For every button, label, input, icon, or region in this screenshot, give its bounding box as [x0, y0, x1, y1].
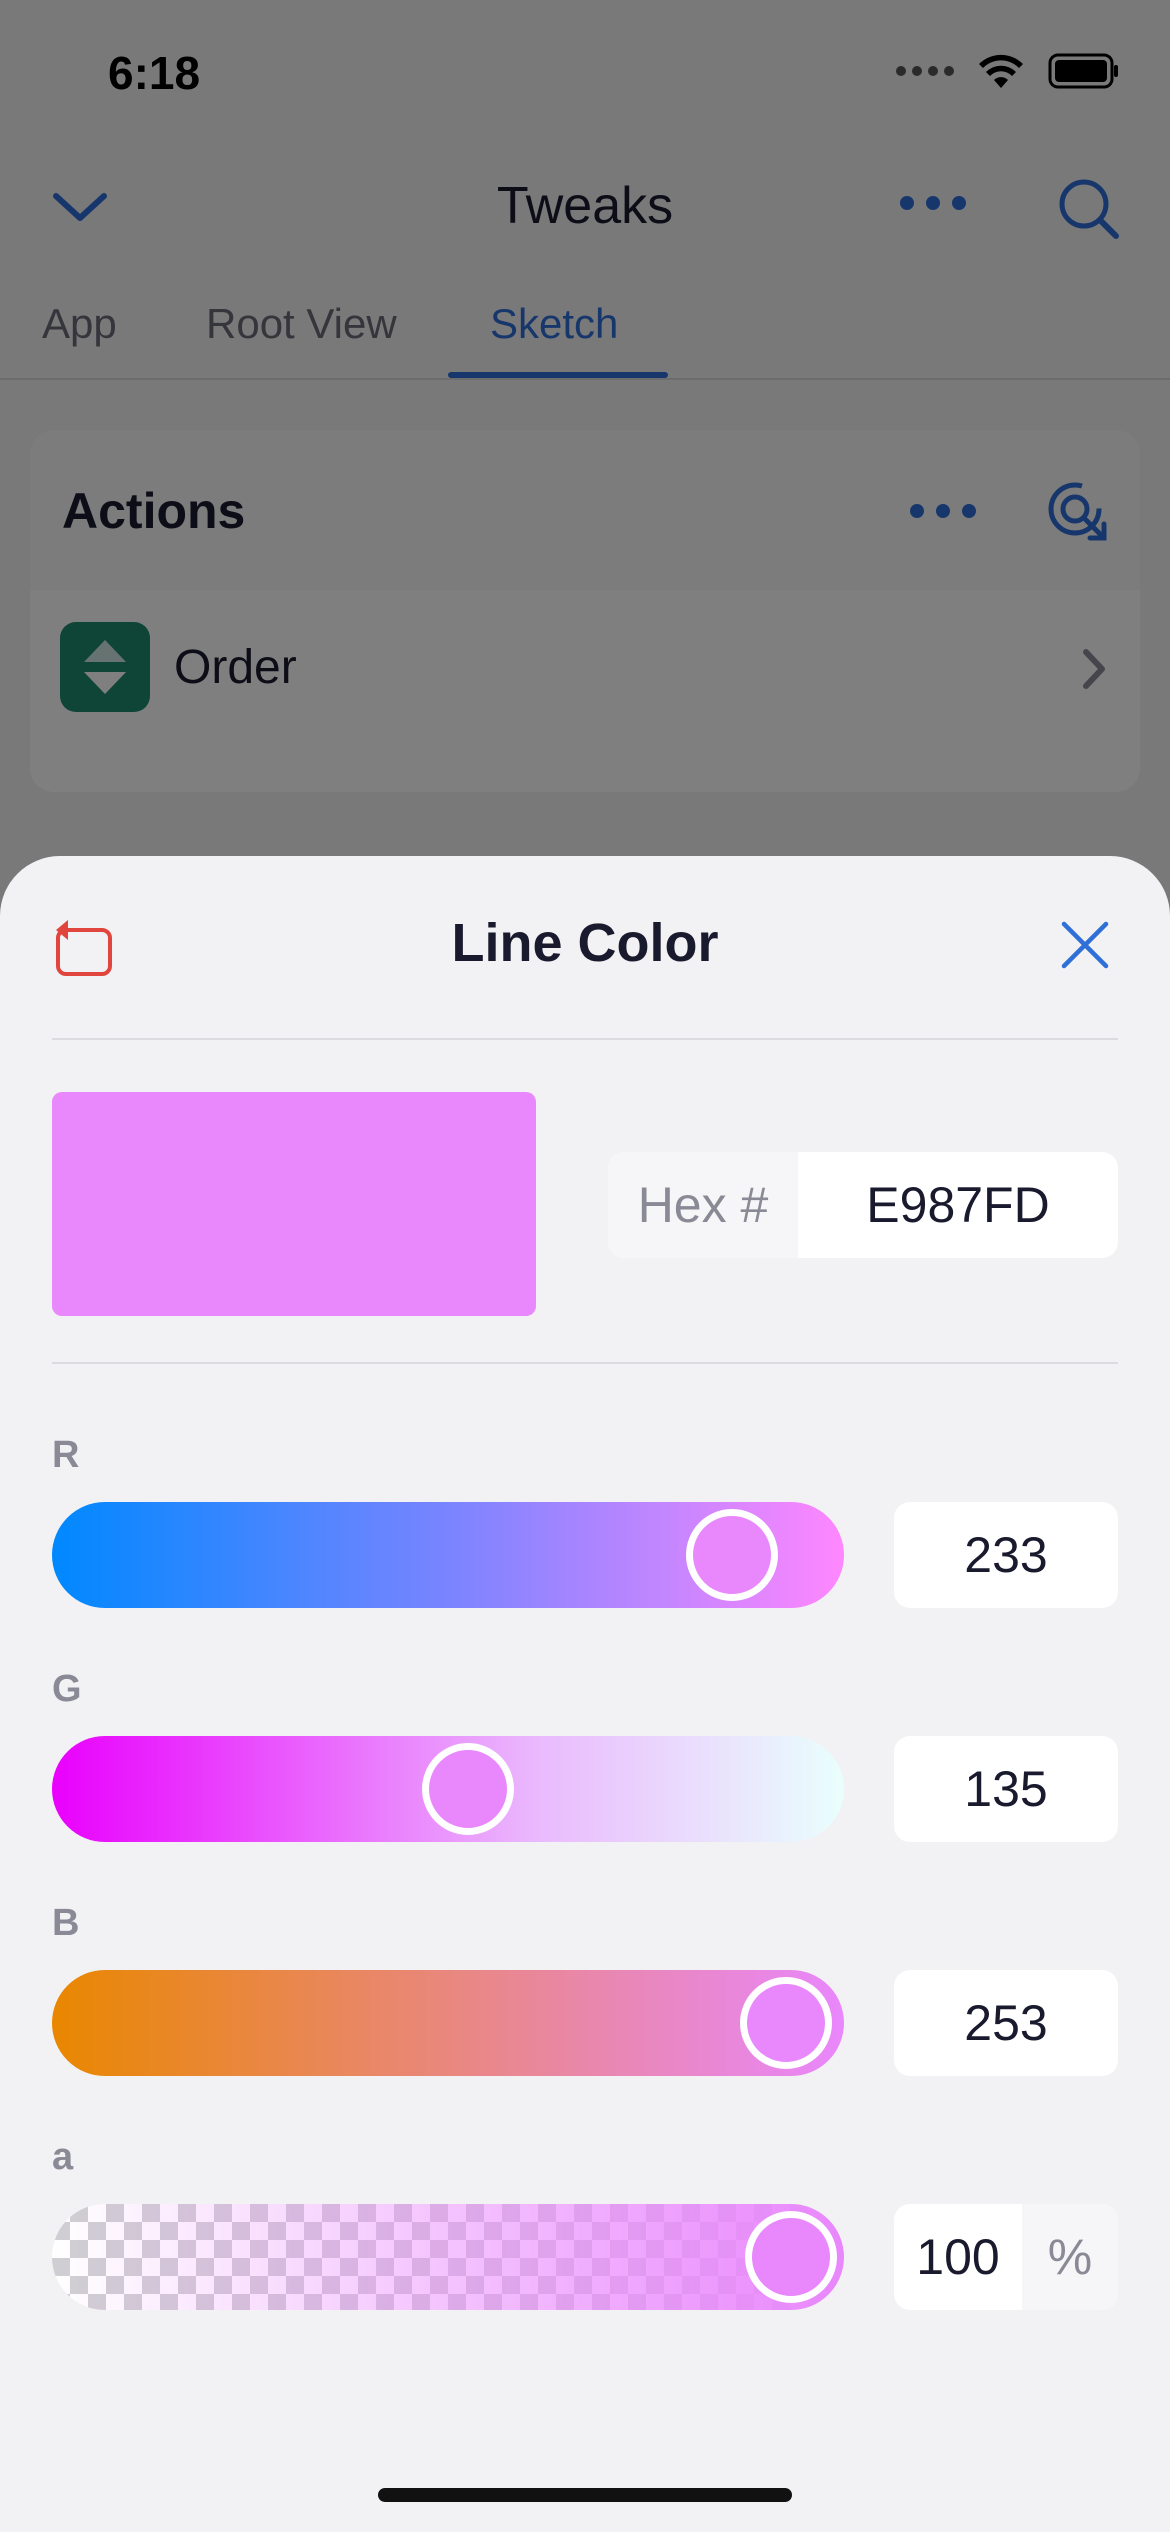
red-value-field[interactable]: 233: [894, 1502, 1118, 1608]
red-slider[interactable]: [52, 1502, 844, 1608]
hex-label: Hex #: [608, 1152, 798, 1258]
color-preview-swatch: [52, 1092, 536, 1316]
blue-slider[interactable]: [52, 1970, 844, 2076]
sheet-title: Line Color: [451, 913, 719, 973]
green-value-field[interactable]: 135: [894, 1736, 1118, 1842]
blue-channel-label: B: [52, 1902, 80, 1944]
alpha-slider[interactable]: [52, 2204, 844, 2310]
alpha-channel-label: a: [52, 2136, 74, 2178]
alpha-slider-thumb[interactable]: [745, 2211, 837, 2303]
alpha-value[interactable]: 100: [894, 2204, 1022, 2310]
alpha-unit: %: [1022, 2204, 1118, 2310]
red-slider-thumb[interactable]: [686, 1509, 778, 1601]
green-slider-thumb[interactable]: [421, 1743, 514, 1835]
hex-value-field[interactable]: E987FD: [798, 1152, 1118, 1258]
sheet-header: Line Color: [0, 856, 1170, 1040]
divider: [52, 1038, 1118, 1040]
divider: [52, 1362, 1118, 1364]
blue-slider-thumb[interactable]: [739, 1977, 832, 2069]
alpha-value-field[interactable]: 100 %: [894, 2204, 1118, 2310]
blue-value-field[interactable]: 253: [894, 1970, 1118, 2076]
green-slider[interactable]: [52, 1736, 844, 1842]
close-icon[interactable]: [1060, 920, 1110, 970]
red-channel-label: R: [52, 1434, 80, 1476]
hex-input[interactable]: Hex # E987FD: [608, 1152, 1118, 1258]
green-channel-label: G: [52, 1668, 82, 1710]
home-indicator: [378, 2488, 792, 2502]
color-picker-sheet: Line Color Hex # E987FD R 233 G 135 B 25…: [0, 856, 1170, 2532]
